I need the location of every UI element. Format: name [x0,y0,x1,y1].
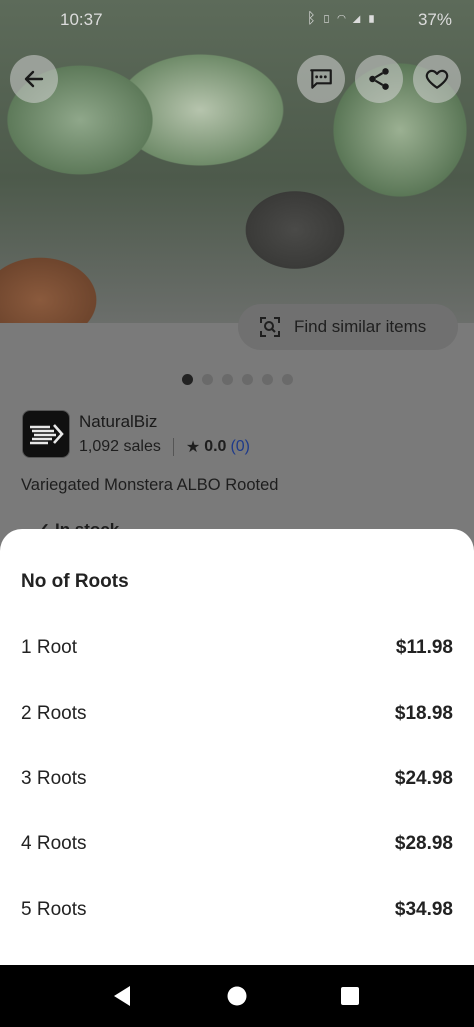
option-row-5-roots[interactable]: 5 Roots $34.98 [0,882,474,938]
carousel-dot[interactable] [261,374,273,385]
divider [172,438,174,456]
option-label: 2 Roots [21,703,87,724]
option-price: $34.98 [394,899,453,920]
sheet-title: No of Roots [21,571,129,592]
carousel-dot[interactable] [181,374,193,385]
vibrate-icon: ▯ [321,10,337,27]
back-button[interactable] [10,55,58,103]
nav-home-icon[interactable] [226,984,248,1008]
option-price: $18.98 [394,703,453,724]
heart-icon [425,69,449,89]
shop-stats: 1,092 sales ★ 0.0 (0) [79,437,250,457]
variant-bottom-sheet: No of Roots 1 Root $11.98 2 Roots $18.98… [0,529,474,965]
share-icon [369,68,389,90]
option-label: 4 Roots [21,833,87,854]
option-row-3-roots[interactable]: 3 Roots $24.98 [0,751,474,807]
option-label: 3 Roots [21,768,87,789]
nav-recents-icon[interactable] [339,984,361,1008]
status-time: 10:37 [60,10,103,29]
shop-logo[interactable] [22,410,70,458]
status-icons: ᛒ▯◠◢▮ [307,10,382,27]
option-price: $24.98 [394,768,453,789]
visual-search-icon [260,317,280,337]
shop-sales: 1,092 sales [79,438,161,455]
carousel-dot[interactable] [221,374,233,385]
shop-name[interactable]: NaturalBiz [79,412,157,432]
carousel-indicator [0,374,474,385]
option-price: $11.98 [395,637,453,658]
nav-back-icon[interactable] [110,984,134,1008]
option-row-4-roots[interactable]: 4 Roots $28.98 [0,816,474,872]
option-price: $28.98 [394,833,453,854]
message-seller-button[interactable] [297,55,345,103]
battery-percent: 37% [417,10,452,29]
back-arrow-icon [24,70,44,88]
battery-icon: ▮ [366,10,382,27]
favorite-button[interactable] [413,55,461,103]
carousel-dot[interactable] [281,374,293,385]
status-bar: 10:37 ᛒ▯◠◢▮ 37% [0,8,474,34]
carousel-dot[interactable] [201,374,213,385]
option-row-2-roots[interactable]: 2 Roots $18.98 [0,686,474,742]
message-icon [310,69,332,89]
product-photo[interactable] [0,0,474,323]
option-label: 5 Roots [21,899,87,920]
carousel-dot[interactable] [241,374,253,385]
system-navigation-bar [0,965,474,1027]
bluetooth-icon: ᛒ [306,10,322,27]
option-label: 1 Root [21,637,77,658]
share-button[interactable] [355,55,403,103]
star-icon: ★ [185,439,201,456]
review-count-link[interactable]: (0) [230,438,250,456]
shop-rating: 0.0 [204,438,227,455]
signal-icon: ◢ [351,10,367,27]
shop-logo-mark [30,424,64,445]
find-similar-label: Find similar items [294,317,427,336]
wifi-icon: ◠ [336,10,352,27]
find-similar-button[interactable]: Find similar items [238,304,458,350]
listing-title: Variegated Monstera ALBO Rooted [21,476,279,494]
option-row-1-root[interactable]: 1 Root $11.98 [0,620,474,676]
